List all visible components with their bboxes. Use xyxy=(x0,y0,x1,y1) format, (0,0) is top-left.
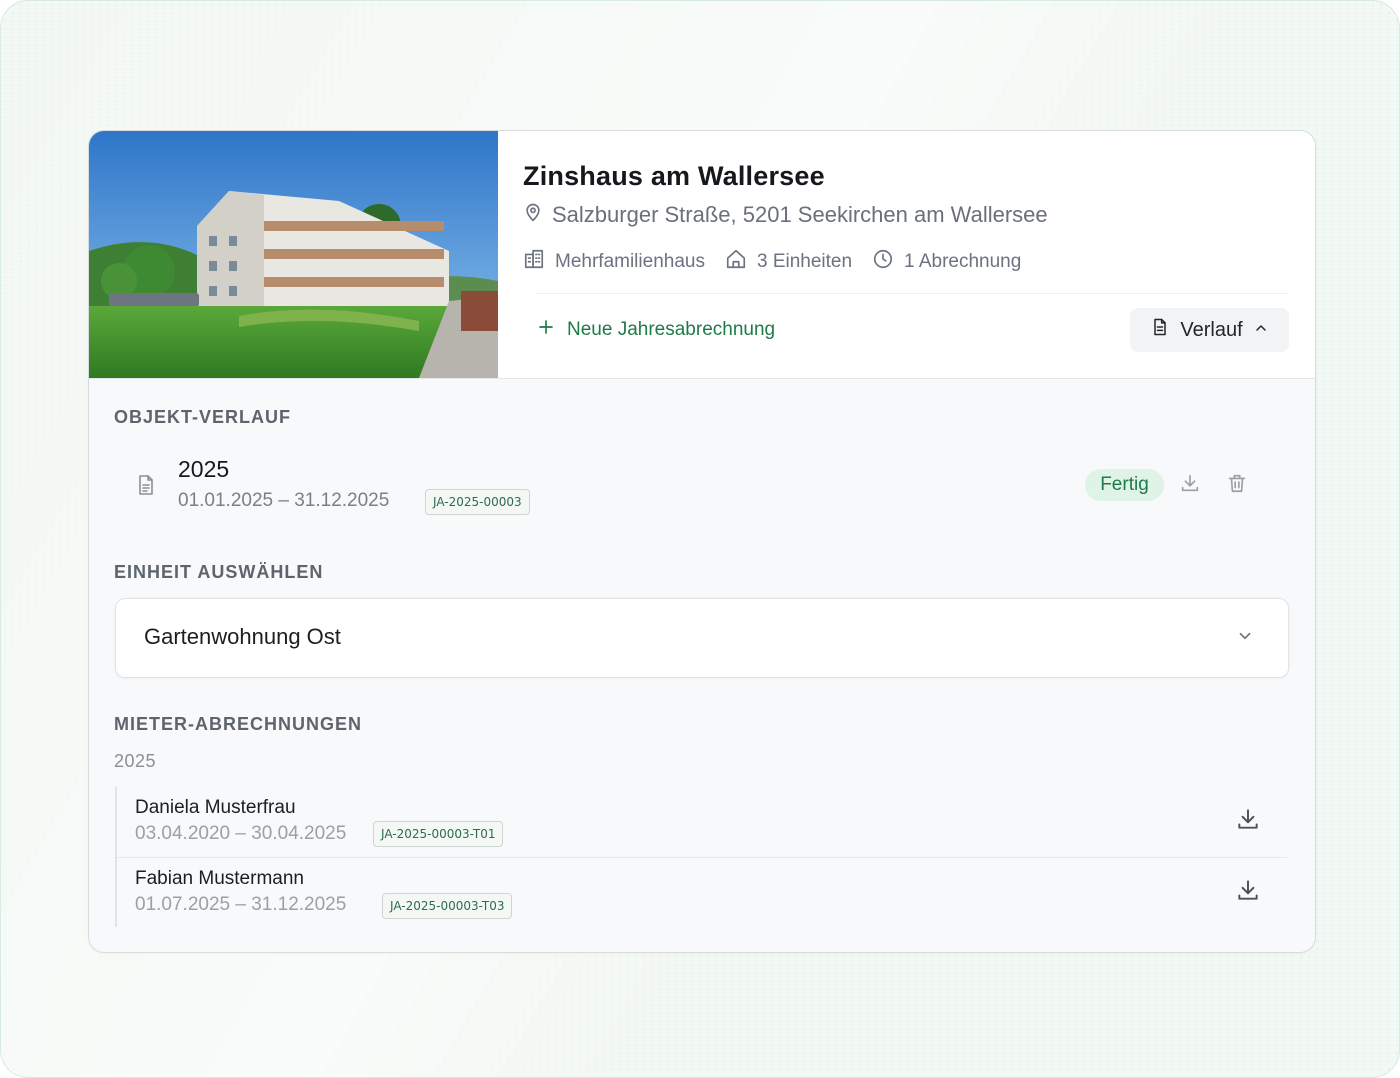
tenant-list: Daniela Musterfrau 03.04.2020 – 30.04.20… xyxy=(115,787,1289,927)
tenant-statements-label: MIETER-ABRECHNUNGEN xyxy=(114,714,362,734)
history-entry-year: 2025 xyxy=(178,456,230,482)
meta-units: 3 Einheiten xyxy=(725,248,852,276)
download-tenant-button[interactable] xyxy=(1234,807,1262,835)
tenant-name: Daniela Musterfrau xyxy=(135,797,296,818)
status-badge: Fertig xyxy=(1085,469,1164,501)
property-meta: Mehrfamilienhaus 3 Einheiten 1 Abrechnun… xyxy=(523,249,1021,275)
download-icon xyxy=(1179,472,1201,499)
download-report-button[interactable] xyxy=(1178,473,1202,497)
property-photo xyxy=(89,131,498,378)
list-item[interactable]: Fabian Mustermann 01.07.2025 – 31.12.202… xyxy=(117,858,1287,928)
map-pin-icon xyxy=(523,201,543,229)
header-divider xyxy=(536,293,1288,294)
list-item[interactable]: Daniela Musterfrau 03.04.2020 – 30.04.20… xyxy=(117,787,1287,858)
new-statement-button[interactable]: Neue Jahresabrechnung xyxy=(537,315,775,345)
download-tenant-button[interactable] xyxy=(1234,878,1262,906)
unit-select[interactable]: Gartenwohnung Ost xyxy=(115,598,1289,678)
building-icon xyxy=(523,248,545,276)
history-toggle-label: Verlauf xyxy=(1180,318,1243,341)
history-toggle-button[interactable]: Verlauf xyxy=(1130,308,1289,352)
tenant-ref: JA-2025-00003-T01 xyxy=(373,821,504,847)
download-icon xyxy=(1235,877,1261,908)
history-entry[interactable]: 2025 01.01.2025 – 31.12.2025 JA-2025-000… xyxy=(114,449,1290,521)
history-entry-period: 01.01.2025 – 31.12.2025 xyxy=(178,490,390,511)
property-title: Zinshaus am Wallersee xyxy=(523,161,825,191)
chevron-down-icon xyxy=(1236,627,1254,650)
property-address: Salzburger Straße, 5201 Seekirchen am Wa… xyxy=(523,201,1048,229)
document-icon xyxy=(134,471,158,504)
home-icon xyxy=(725,248,747,276)
trash-icon xyxy=(1226,472,1248,499)
delete-report-button[interactable] xyxy=(1225,473,1249,497)
history-entry-ref: JA-2025-00003 xyxy=(425,489,530,515)
meta-units-label: 3 Einheiten xyxy=(756,251,853,272)
tenant-period: 03.04.2020 – 30.04.2025 xyxy=(135,823,347,844)
unit-select-value: Gartenwohnung Ost xyxy=(144,624,341,649)
meta-statements: 1 Abrechnung xyxy=(872,248,1021,276)
chevron-up-icon xyxy=(1253,319,1269,342)
meta-type: Mehrfamilienhaus xyxy=(523,248,705,276)
unit-select-label: EINHEIT AUSWÄHLEN xyxy=(114,562,324,582)
page-background: Zinshaus am Wallersee Salzburger Straße,… xyxy=(0,0,1400,1078)
download-icon xyxy=(1235,806,1261,837)
document-icon xyxy=(1150,316,1170,344)
new-statement-label: Neue Jahresabrechnung xyxy=(567,319,776,340)
meta-type-label: Mehrfamilienhaus xyxy=(555,251,705,272)
tenant-period: 01.07.2025 – 31.12.2025 xyxy=(135,894,347,915)
clock-icon xyxy=(872,248,894,276)
property-card: Zinshaus am Wallersee Salzburger Straße,… xyxy=(88,130,1316,953)
history-section-label: OBJEKT-VERLAUF xyxy=(114,407,292,427)
address-text: Salzburger Straße, 5201 Seekirchen am Wa… xyxy=(552,202,1048,227)
tenant-statements-year: 2025 xyxy=(114,751,157,771)
meta-statements-label: 1 Abrechnung xyxy=(904,251,1022,272)
property-header: Zinshaus am Wallersee Salzburger Straße,… xyxy=(89,131,1315,379)
tenant-name: Fabian Mustermann xyxy=(135,868,304,889)
tenant-ref: JA-2025-00003-T03 xyxy=(382,893,513,919)
plus-icon xyxy=(537,318,555,342)
